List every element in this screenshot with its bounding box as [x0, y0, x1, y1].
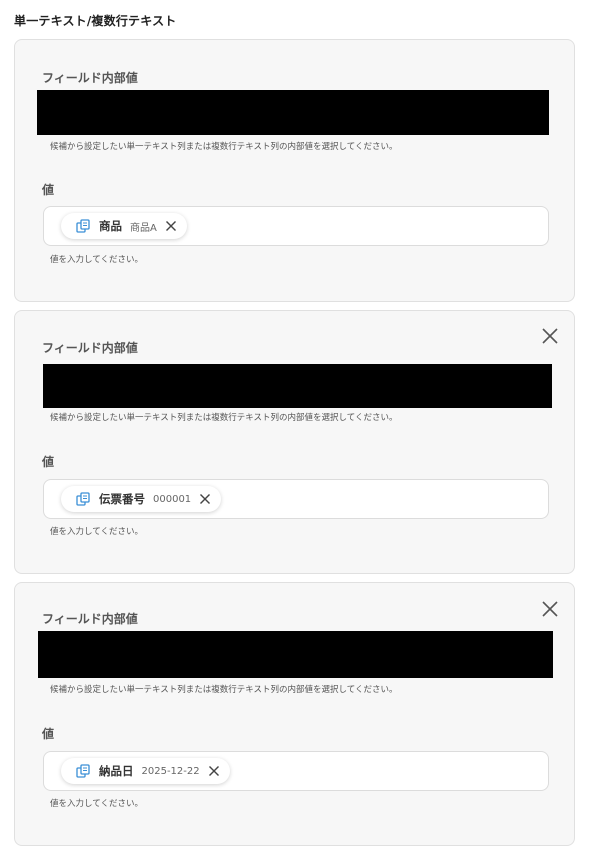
chip-value: 000001: [153, 493, 192, 505]
value-input[interactable]: 伝票番号 000001: [43, 479, 549, 519]
value-label: 値: [42, 455, 55, 469]
field-help-text: 候補から設定したい単一テキスト列または複数行テキスト列の内部値を選択してください…: [50, 142, 398, 152]
close-icon[interactable]: [541, 327, 559, 345]
value-label: 値: [42, 727, 55, 741]
close-icon[interactable]: [541, 600, 559, 618]
value-input[interactable]: 商品 商品A: [43, 206, 549, 246]
value-help-text: 値を入力してください。: [50, 255, 143, 265]
copy-icon: [76, 219, 90, 233]
value-chip[interactable]: 納品日 2025-12-22: [61, 758, 230, 784]
field-card: フィールド内部値 候補から設定したい単一テキスト列または複数行テキスト列の内部値…: [14, 582, 575, 846]
chip-name: 商品: [99, 219, 122, 233]
copy-icon: [76, 764, 90, 778]
value-label: 値: [42, 183, 55, 197]
field-select-redacted[interactable]: [43, 364, 552, 408]
close-icon[interactable]: [208, 765, 220, 777]
value-help-text: 値を入力してください。: [50, 799, 143, 809]
field-label: フィールド内部値: [42, 612, 138, 626]
section-title: 単一テキスト/複数行テキスト: [14, 14, 177, 28]
chip-value: 2025-12-22: [141, 765, 200, 777]
copy-icon: [76, 492, 90, 506]
close-icon[interactable]: [199, 493, 211, 505]
field-select-redacted[interactable]: [38, 631, 553, 678]
chip-name: 伝票番号: [99, 492, 145, 506]
field-card: フィールド内部値 候補から設定したい単一テキスト列または複数行テキスト列の内部値…: [14, 39, 575, 302]
field-label: フィールド内部値: [42, 71, 138, 85]
chip-name: 納品日: [99, 764, 134, 778]
field-help-text: 候補から設定したい単一テキスト列または複数行テキスト列の内部値を選択してください…: [50, 413, 398, 423]
value-help-text: 値を入力してください。: [50, 527, 143, 537]
field-help-text: 候補から設定したい単一テキスト列または複数行テキスト列の内部値を選択してください…: [50, 685, 398, 695]
close-icon[interactable]: [165, 220, 177, 232]
chip-value: 商品A: [130, 222, 157, 234]
field-card: フィールド内部値 候補から設定したい単一テキスト列または複数行テキスト列の内部値…: [14, 310, 575, 574]
value-chip[interactable]: 商品 商品A: [61, 213, 187, 239]
value-chip[interactable]: 伝票番号 000001: [61, 486, 222, 512]
value-input[interactable]: 納品日 2025-12-22: [43, 751, 549, 791]
field-label: フィールド内部値: [42, 341, 138, 355]
field-select-redacted[interactable]: [37, 90, 549, 135]
